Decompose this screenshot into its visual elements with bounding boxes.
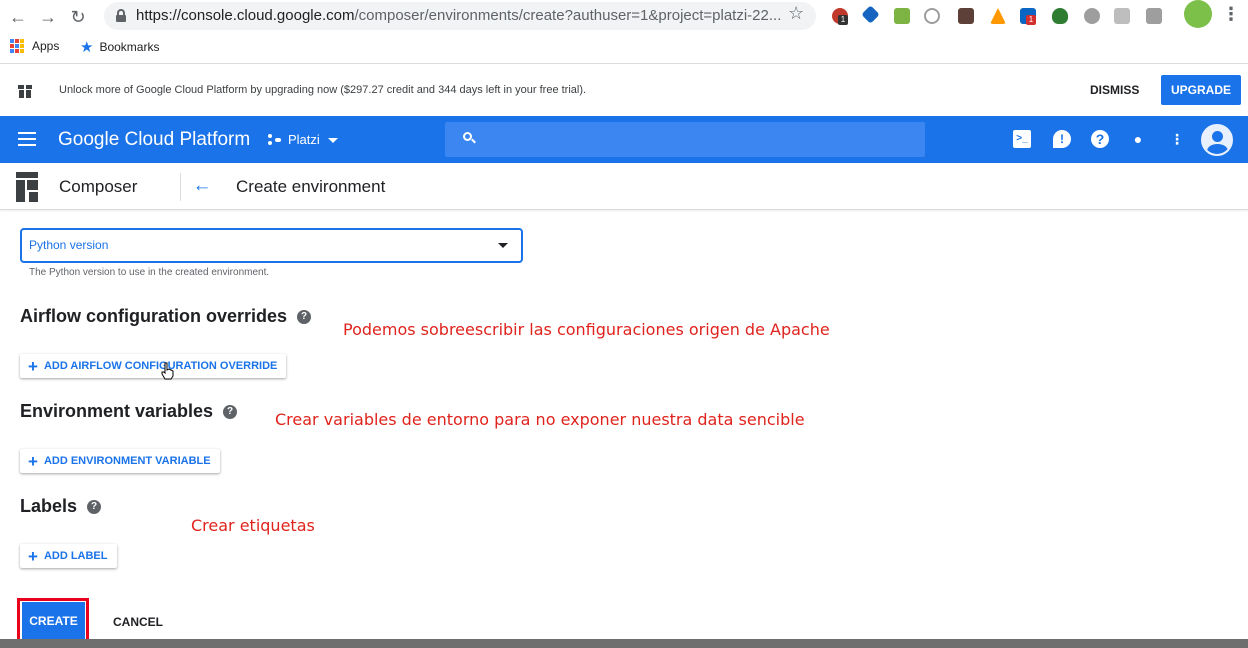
address-bar[interactable]: https://console.cloud.google.com/compose… [104, 2, 816, 30]
hand-cursor-icon [161, 362, 174, 380]
help-icon[interactable]: ? [223, 404, 238, 419]
browser-menu-icon[interactable]: ⋮ [1222, 4, 1240, 25]
menu-icon[interactable] [18, 132, 36, 146]
upgrade-button[interactable]: UPGRADE [1161, 75, 1241, 105]
composer-logo-icon [16, 172, 38, 202]
forward-arrow-icon[interactable]: → [36, 5, 60, 29]
reload-icon[interactable]: ↻ [66, 5, 90, 29]
apps-grid-icon [10, 39, 24, 53]
project-selector[interactable]: Platzi [268, 132, 338, 147]
env-vars-heading: Environment variables ? [20, 401, 238, 422]
add-label-label: ADD LABEL [43, 550, 108, 562]
annotation-labels: Crear etiquetas [191, 516, 315, 535]
annotation-overrides: Podemos sobreescribir las configuracione… [343, 320, 830, 339]
star-icon: ★ [80, 39, 94, 56]
labels-title: Labels [20, 496, 78, 516]
python-version-helper: The Python version to use in the created… [29, 267, 270, 278]
add-airflow-override-button[interactable]: + ADD AIRFLOW CONFIGURATION OVERRIDE [20, 354, 287, 378]
add-environment-variable-label: ADD ENVIRONMENT VARIABLE [43, 455, 211, 467]
bottom-bar [0, 639, 1248, 648]
bookmarks-label: Bookmarks [99, 40, 160, 54]
extension-icon[interactable] [894, 8, 910, 24]
dropdown-arrow-icon [498, 243, 508, 248]
console-topbar: Google Cloud Platform Platzi >_ ! ? ● ⋮ [0, 116, 1248, 163]
header-divider [180, 173, 181, 201]
help-icon[interactable]: ? [87, 499, 102, 514]
cloud-shell-icon[interactable]: >_ [1013, 130, 1031, 148]
python-version-select[interactable]: Python version [20, 228, 523, 263]
more-options-icon[interactable]: ⋮ [1168, 130, 1186, 148]
search-input[interactable] [445, 122, 925, 157]
extension-icon[interactable] [861, 5, 880, 24]
add-environment-variable-button[interactable]: + ADD ENVIRONMENT VARIABLE [20, 449, 220, 473]
extension-icon[interactable] [990, 8, 1006, 24]
facebook-icon[interactable] [1146, 8, 1162, 24]
dismiss-button[interactable]: DISMISS [1080, 75, 1149, 105]
linkedin-icon[interactable]: 1 [1020, 8, 1036, 25]
page-title: Create environment [236, 177, 386, 196]
search-icon [463, 132, 476, 144]
extension-icon[interactable] [958, 8, 974, 24]
account-avatar[interactable] [1201, 124, 1233, 156]
back-arrow-icon[interactable]: ← [6, 5, 30, 29]
console-title[interactable]: Google Cloud Platform [58, 129, 250, 151]
profile-avatar[interactable] [1184, 0, 1212, 28]
plus-icon: + [28, 356, 38, 376]
help-icon[interactable]: ? [1091, 130, 1109, 148]
highlight-box [17, 598, 89, 644]
trial-banner: Unlock more of Google Cloud Platform by … [0, 65, 1248, 116]
extension-icon[interactable] [1114, 8, 1130, 24]
help-icon[interactable]: ? [297, 309, 312, 324]
cancel-button[interactable]: CANCEL [103, 610, 173, 634]
python-version-label: Python version [29, 238, 109, 252]
annotation-env-vars: Crear variables de entorno para no expon… [275, 410, 805, 429]
airflow-overrides-heading: Airflow configuration overrides ? [20, 306, 312, 327]
url-text: https://console.cloud.google.com/compose… [136, 7, 782, 24]
apps-shortcut[interactable]: Apps [10, 39, 59, 53]
labels-heading: Labels ? [20, 496, 102, 517]
banner-text: Unlock more of Google Cloud Platform by … [59, 84, 587, 96]
bookmarks-bar: Apps ★ Bookmarks [0, 34, 1248, 64]
bookmark-star-icon[interactable]: ☆ [788, 3, 804, 24]
chevron-down-icon [327, 138, 338, 143]
lock-icon [116, 9, 126, 22]
plus-icon: + [28, 546, 38, 566]
bookmarks-folder[interactable]: ★ Bookmarks [80, 38, 159, 56]
plus-icon: + [28, 451, 38, 471]
gift-icon [18, 82, 32, 98]
project-name: Platzi [288, 132, 320, 147]
env-vars-title: Environment variables [20, 401, 214, 421]
feedback-icon[interactable]: ! [1053, 130, 1071, 148]
add-label-button[interactable]: + ADD LABEL [20, 544, 117, 568]
product-name[interactable]: Composer [59, 177, 137, 197]
notifications-icon[interactable]: ● [1129, 130, 1147, 148]
browser-toolbar: ← → ↻ https://console.cloud.google.com/c… [0, 0, 1248, 34]
airflow-overrides-title: Airflow configuration overrides [20, 306, 288, 326]
back-arrow-icon[interactable]: ← [190, 174, 214, 198]
project-icon [268, 133, 282, 146]
extension-icon[interactable] [1084, 8, 1100, 24]
extension-icon[interactable] [924, 8, 940, 24]
extension-icon[interactable]: 1 [832, 8, 848, 25]
evernote-icon[interactable] [1052, 8, 1068, 24]
apps-label: Apps [32, 39, 60, 53]
page-header: Composer ← Create environment [0, 163, 1248, 210]
